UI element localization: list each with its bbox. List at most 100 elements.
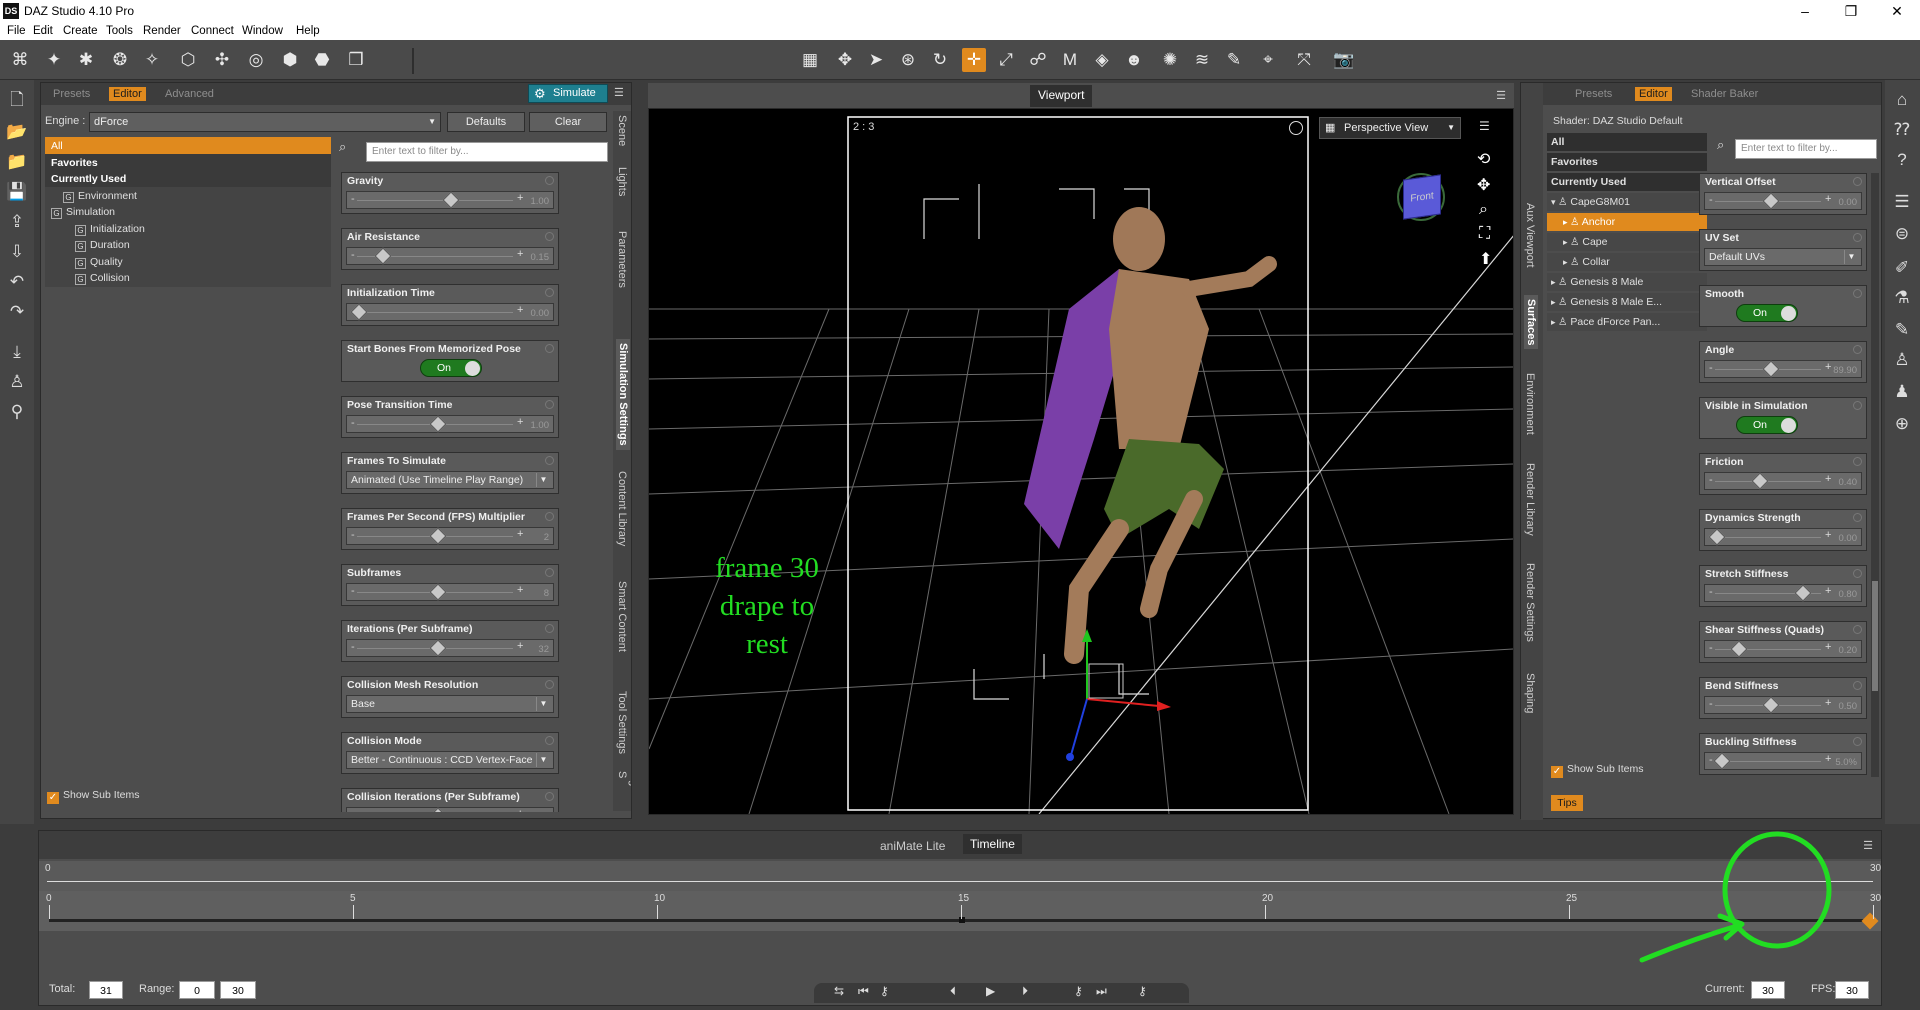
decrement-icon[interactable]: - [1709, 362, 1713, 374]
menu-render[interactable]: Render [143, 25, 181, 37]
grid-icon[interactable]: ▦ [798, 48, 822, 72]
redo-icon[interactable]: ↷ [5, 300, 29, 324]
slider-value[interactable]: 89.90 [1833, 365, 1857, 376]
help-icon[interactable]: ? [1890, 148, 1914, 172]
property-slider[interactable]: - +8 [346, 583, 554, 601]
cube-tool-icon[interactable]: ⬢ [278, 48, 302, 72]
tab-shader-baker[interactable]: Shader Baker [1687, 87, 1762, 101]
node-weight-icon[interactable]: ✱ [74, 48, 98, 72]
scene-node-icon[interactable]: ⌘ [8, 48, 32, 72]
favorite-icon[interactable] [1853, 457, 1862, 466]
slider-value[interactable]: 0.00 [531, 308, 550, 319]
favorite-icon[interactable] [1853, 681, 1862, 690]
favorite-icon[interactable] [1853, 345, 1862, 354]
favorite-icon[interactable] [545, 176, 554, 185]
pan-camera-icon[interactable]: ✥ [1477, 175, 1490, 195]
step-back-icon[interactable]: ⏴ [950, 984, 956, 999]
panel-menu-icon[interactable]: ☰ [614, 87, 628, 99]
menu-tools[interactable]: Tools [106, 25, 133, 37]
increment-icon[interactable]: + [517, 640, 523, 652]
increment-icon[interactable]: + [517, 416, 523, 428]
decrement-icon[interactable]: - [351, 529, 355, 541]
slider-knob[interactable] [1751, 472, 1769, 490]
property-slider[interactable]: - +32 [346, 639, 554, 657]
current-frame-field[interactable]: 30 [1751, 981, 1785, 999]
paint-icon[interactable]: ⚗ [1890, 286, 1914, 310]
menu-file[interactable]: File [7, 25, 26, 37]
drop-to-floor-icon[interactable]: ⤓ [5, 340, 29, 364]
favorite-icon[interactable] [545, 568, 554, 577]
loop-icon[interactable]: ⇆ [834, 984, 844, 998]
property-slider[interactable]: - +1.00 [346, 415, 554, 433]
increment-icon[interactable]: + [1825, 361, 1831, 373]
increment-icon[interactable]: + [517, 192, 523, 204]
figure-icon[interactable]: ☻ [1122, 48, 1146, 72]
menu-edit[interactable]: Edit [33, 25, 53, 37]
slider-value[interactable]: 0.00 [1839, 533, 1858, 544]
toggle-switch[interactable]: On [1736, 416, 1798, 434]
toggle-switch[interactable]: On [420, 359, 482, 377]
expand-arrow-icon[interactable]: ▸ [1563, 257, 1570, 267]
property-slider[interactable]: - +0.50 [1704, 696, 1862, 714]
camera-orbit-icon[interactable]: ⌖ [1256, 48, 1280, 72]
expand-arrow-icon[interactable]: ▾ [1551, 197, 1558, 207]
posing-tool-icon[interactable]: M [1058, 48, 1082, 72]
favorite-icon[interactable] [1853, 233, 1862, 242]
increment-icon[interactable]: + [517, 304, 523, 316]
node-select-icon[interactable]: ⊛ [896, 48, 920, 72]
slider-knob[interactable] [429, 583, 447, 601]
favorite-icon[interactable] [1853, 289, 1862, 298]
side-tab[interactable]: Render Library [1524, 463, 1536, 536]
tab-editor[interactable]: Editor [1635, 87, 1672, 101]
tips-button[interactable]: Tips [1551, 795, 1583, 811]
slider-value[interactable]: 8 [544, 588, 549, 599]
favorite-icon[interactable] [545, 736, 554, 745]
tree-item[interactable]: ▾ ♙ CapeG8M01 [1547, 193, 1707, 211]
tab-presets[interactable]: Presets [49, 87, 94, 101]
property-slider[interactable]: - +1.00 [346, 191, 554, 209]
filter-input[interactable]: Enter text to filter by... [366, 142, 608, 162]
slider-knob[interactable] [429, 639, 447, 657]
slider-knob[interactable] [1730, 640, 1748, 658]
menu-help[interactable]: Help [296, 25, 320, 37]
tree-item[interactable]: G Simulation [45, 203, 331, 221]
property-slider[interactable]: -+0.00 [346, 303, 554, 321]
side-tab[interactable]: Scene [616, 115, 628, 146]
favorite-icon[interactable] [1853, 737, 1862, 746]
expand-arrow-icon[interactable]: ▸ [1551, 317, 1558, 327]
figure-pose-icon[interactable]: ♙ [5, 370, 29, 394]
tree-item[interactable]: Currently Used [1547, 173, 1707, 191]
slider-value[interactable]: 0.00 [1839, 197, 1858, 208]
range-end-field[interactable]: 30 [220, 981, 256, 999]
tree-item[interactable]: G Quality [45, 252, 331, 271]
target-icon[interactable]: ◎ [244, 48, 268, 72]
play-icon[interactable]: ▶ [986, 984, 995, 998]
tree-item[interactable]: Favorites [1547, 153, 1707, 171]
slider-value[interactable]: 0.20 [1839, 645, 1858, 656]
side-tab[interactable]: Surfaces [1524, 295, 1538, 350]
help-search-icon[interactable]: ⁇ [1890, 118, 1914, 142]
figure-list-icon[interactable]: ⊜ [1890, 222, 1914, 246]
fps-field[interactable]: 30 [1835, 981, 1869, 999]
globe-icon[interactable]: ⊕ [1890, 412, 1914, 436]
property-slider[interactable]: - +0.15 [346, 247, 554, 265]
decrement-icon[interactable]: - [351, 809, 355, 812]
pencil-icon[interactable]: ✎ [1890, 318, 1914, 342]
tab-presets[interactable]: Presets [1571, 87, 1616, 101]
tree-item[interactable]: G Environment [45, 186, 331, 205]
geometry-sculptor-icon[interactable]: ✺ [1158, 48, 1182, 72]
spot-render-icon[interactable]: ⤧ [1292, 48, 1316, 72]
render-camera-icon[interactable]: 📷 [1332, 48, 1356, 72]
polygon-tool-icon[interactable]: ⬡ [176, 48, 200, 72]
side-tab[interactable]: Environment [1524, 373, 1536, 435]
edit-tool-icon[interactable]: ✎ [1222, 48, 1246, 72]
increment-icon[interactable]: + [1825, 193, 1831, 205]
viewport-canvas[interactable]: 2 : 3 ▦ Perspective View ▼ ☰ Front ⟲ ✥ ⌕… [648, 108, 1514, 815]
side-tab[interactable]: Lights [616, 167, 628, 196]
favorite-icon[interactable] [545, 344, 554, 353]
figure-add-icon[interactable]: ♙ [1890, 348, 1914, 372]
favorite-icon[interactable] [545, 232, 554, 241]
slider-knob[interactable] [1794, 584, 1812, 602]
property-slider[interactable]: - +89.90 [1704, 360, 1862, 378]
side-tab[interactable]: Shaping [1524, 673, 1536, 713]
